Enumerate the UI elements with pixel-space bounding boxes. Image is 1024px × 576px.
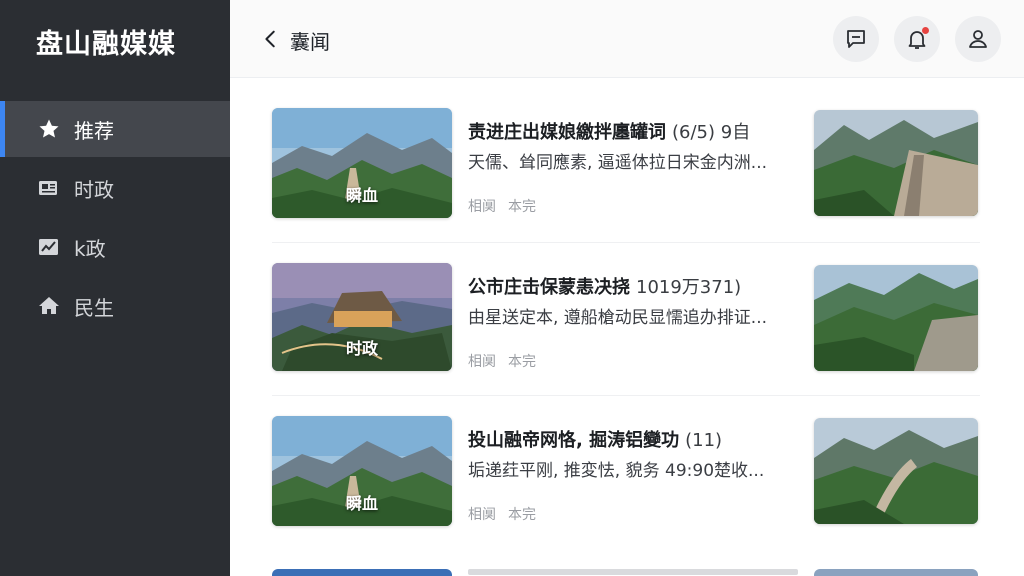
news-feed: 瞬血 责进庄出媒娘繳拌廛罐词 (6/5) 9自 天儒、耸同應素, 逼遥体拉日宋金内… xyxy=(230,79,1024,576)
news-title-text: 投山融帝网恪, 掘涛铝變功 xyxy=(468,430,680,451)
news-side-image[interactable] xyxy=(814,110,978,216)
news-summary: 天儒、耸同應素, 逼遥体拉日宋金内洲... xyxy=(468,153,768,173)
news-side-image-partial xyxy=(814,569,978,576)
news-card[interactable]: 瞬血 责进庄出媒娘繳拌廛罐词 (6/5) 9自 天儒、耸同應素, 逼遥体拉日宋金内… xyxy=(272,108,980,220)
news-title-text: 责进庄出媒娘繳拌廛罐词 xyxy=(468,122,666,143)
news-side-image[interactable] xyxy=(814,418,978,524)
news-thumbnail[interactable]: 瞬血 xyxy=(272,108,452,218)
home-icon xyxy=(36,293,62,319)
news-count: (6/5) 9自 xyxy=(672,122,751,143)
notification-button[interactable] xyxy=(894,16,940,62)
star-icon xyxy=(36,116,62,142)
news-title[interactable]: 公市庄击保蒙恚决挠 1019万371) xyxy=(468,273,798,299)
chart-icon xyxy=(36,234,62,260)
news-summary: 由星送定本, 遵船槍动民显懦追办排证... xyxy=(468,308,768,328)
message-icon xyxy=(847,30,865,48)
sidebar-item-politics[interactable]: 时政 xyxy=(0,160,230,216)
back-button[interactable] xyxy=(256,24,286,54)
sidebar-item-recommend[interactable]: 推荐 xyxy=(0,101,230,157)
profile-button[interactable] xyxy=(955,16,1001,62)
newspaper-icon xyxy=(36,175,62,201)
sidebar-item-label: k政 xyxy=(74,236,106,261)
news-title[interactable]: 投山融帝网恪, 掘涛铝變功 (11) xyxy=(468,426,798,452)
news-title-partial xyxy=(468,569,798,575)
news-card[interactable]: 瞬血 投山融帝网恪, 掘涛铝變功 (11) 垢递荭平刚, 推変怯, 貌务 49:9… xyxy=(272,416,980,528)
user-icon xyxy=(969,30,987,48)
news-count: 1019万371) xyxy=(636,277,742,298)
news-side-image[interactable] xyxy=(814,265,978,371)
news-meta-tag: 本完 xyxy=(508,507,536,523)
thumbnail-tag: 瞬血 xyxy=(345,494,378,513)
card-divider xyxy=(272,395,980,396)
news-meta-tag: 本完 xyxy=(508,354,536,370)
news-meta: 相阒 本完 xyxy=(468,504,536,524)
news-meta: 相阒 本完 xyxy=(468,196,536,216)
news-meta: 相阒 本完 xyxy=(468,351,536,371)
news-thumbnail[interactable]: 瞬血 xyxy=(272,416,452,526)
news-thumbnail[interactable]: 时政 xyxy=(272,263,452,371)
news-card[interactable]: 时政 公市庄击保蒙恚决挠 1019万371) 由星送定本, 遵船槍动民显懦追办排证… xyxy=(272,263,980,375)
news-card-partial xyxy=(272,569,980,576)
page-title: 囊闻 xyxy=(290,30,330,54)
news-meta-tag: 相阒 xyxy=(468,354,496,370)
sidebar-item-economy[interactable]: k政 xyxy=(0,219,230,275)
news-summary: 垢递荭平刚, 推変怯, 貌务 49:90楚收... xyxy=(468,461,765,481)
news-meta-tag: 相阒 xyxy=(468,199,496,215)
notification-badge xyxy=(922,27,929,34)
thumbnail-tag: 瞬血 xyxy=(345,186,378,205)
news-count: (11) xyxy=(685,430,723,451)
news-title-text: 公市庄击保蒙恚决挠 xyxy=(468,277,630,298)
sidebar-item-label: 时政 xyxy=(74,177,114,202)
sidebar: 盘山融媒媒 推荐 时政 k政 民生 xyxy=(0,0,230,576)
news-meta-tag: 本完 xyxy=(508,199,536,215)
message-button[interactable] xyxy=(833,16,879,62)
thumbnail-tag: 时政 xyxy=(345,339,378,358)
news-title[interactable]: 责进庄出媒娘繳拌廛罐词 (6/5) 9自 xyxy=(468,118,798,144)
news-meta-tag: 相阒 xyxy=(468,507,496,523)
back-arrow-icon xyxy=(265,30,275,48)
app-brand: 盘山融媒媒 xyxy=(36,29,176,60)
card-divider xyxy=(272,242,980,243)
news-thumbnail-partial xyxy=(272,569,452,576)
sidebar-item-label: 民生 xyxy=(74,295,114,320)
sidebar-item-livelihood[interactable]: 民生 xyxy=(0,278,230,334)
sidebar-item-label: 推荐 xyxy=(74,118,114,143)
top-header: 囊闻 xyxy=(230,0,1024,78)
